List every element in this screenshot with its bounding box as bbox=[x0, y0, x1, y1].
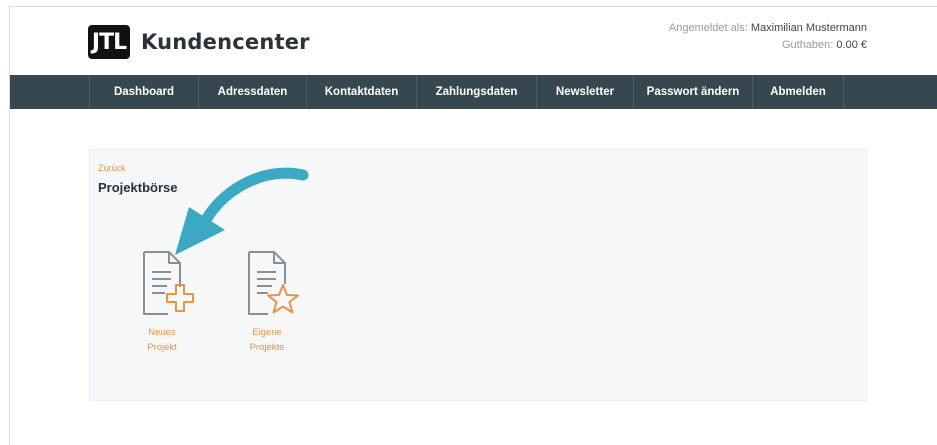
annotation-arrow-icon bbox=[175, 167, 309, 255]
logo-text: Kundencenter bbox=[141, 30, 310, 54]
logo[interactable]: JTL Kundencenter bbox=[88, 25, 310, 59]
logo-mark: JTL bbox=[88, 25, 130, 59]
account-info: Angemeldet als: Maximilian Mustermann Gu… bbox=[669, 20, 867, 54]
nav-item-newsletter[interactable]: Newsletter bbox=[537, 75, 634, 109]
nav-menu: Dashboard Adressdaten Kontaktdaten Zahlu… bbox=[89, 75, 844, 109]
logged-in-label: Angemeldet als: bbox=[668, 22, 748, 34]
nav-item-passwort-aendern[interactable]: Passwort ändern bbox=[634, 75, 753, 109]
tile-label-line2: Projekte bbox=[249, 342, 285, 353]
main-navbar: Dashboard Adressdaten Kontaktdaten Zahlu… bbox=[10, 75, 937, 109]
nav-item-abmelden[interactable]: Abmelden bbox=[753, 75, 844, 109]
tile-label-line2: Projekt bbox=[147, 342, 177, 353]
own-projects-tile[interactable]: Eigene Projekte bbox=[227, 248, 307, 355]
user-name: Maximilian Mustermann bbox=[750, 22, 867, 34]
nav-item-kontaktdaten[interactable]: Kontaktdaten bbox=[307, 75, 417, 109]
nav-item-dashboard[interactable]: Dashboard bbox=[90, 75, 199, 109]
new-project-tile[interactable]: Neues Projekt bbox=[122, 248, 202, 355]
tile-label-line1: Eigene bbox=[252, 327, 282, 338]
credit-label: Guthaben: bbox=[781, 39, 834, 51]
nav-item-adressdaten[interactable]: Adressdaten bbox=[199, 75, 307, 109]
nav-item-zahlungsdaten[interactable]: Zahlungsdaten bbox=[417, 75, 537, 109]
credit-value: 0.00 € bbox=[836, 39, 867, 51]
credit-line: Guthaben: 0.00 € bbox=[669, 37, 867, 54]
tile-label-line1: Neues bbox=[148, 327, 176, 338]
logged-in-line: Angemeldet als: Maximilian Mustermann bbox=[669, 20, 867, 37]
back-link[interactable]: Zurück bbox=[98, 163, 126, 173]
